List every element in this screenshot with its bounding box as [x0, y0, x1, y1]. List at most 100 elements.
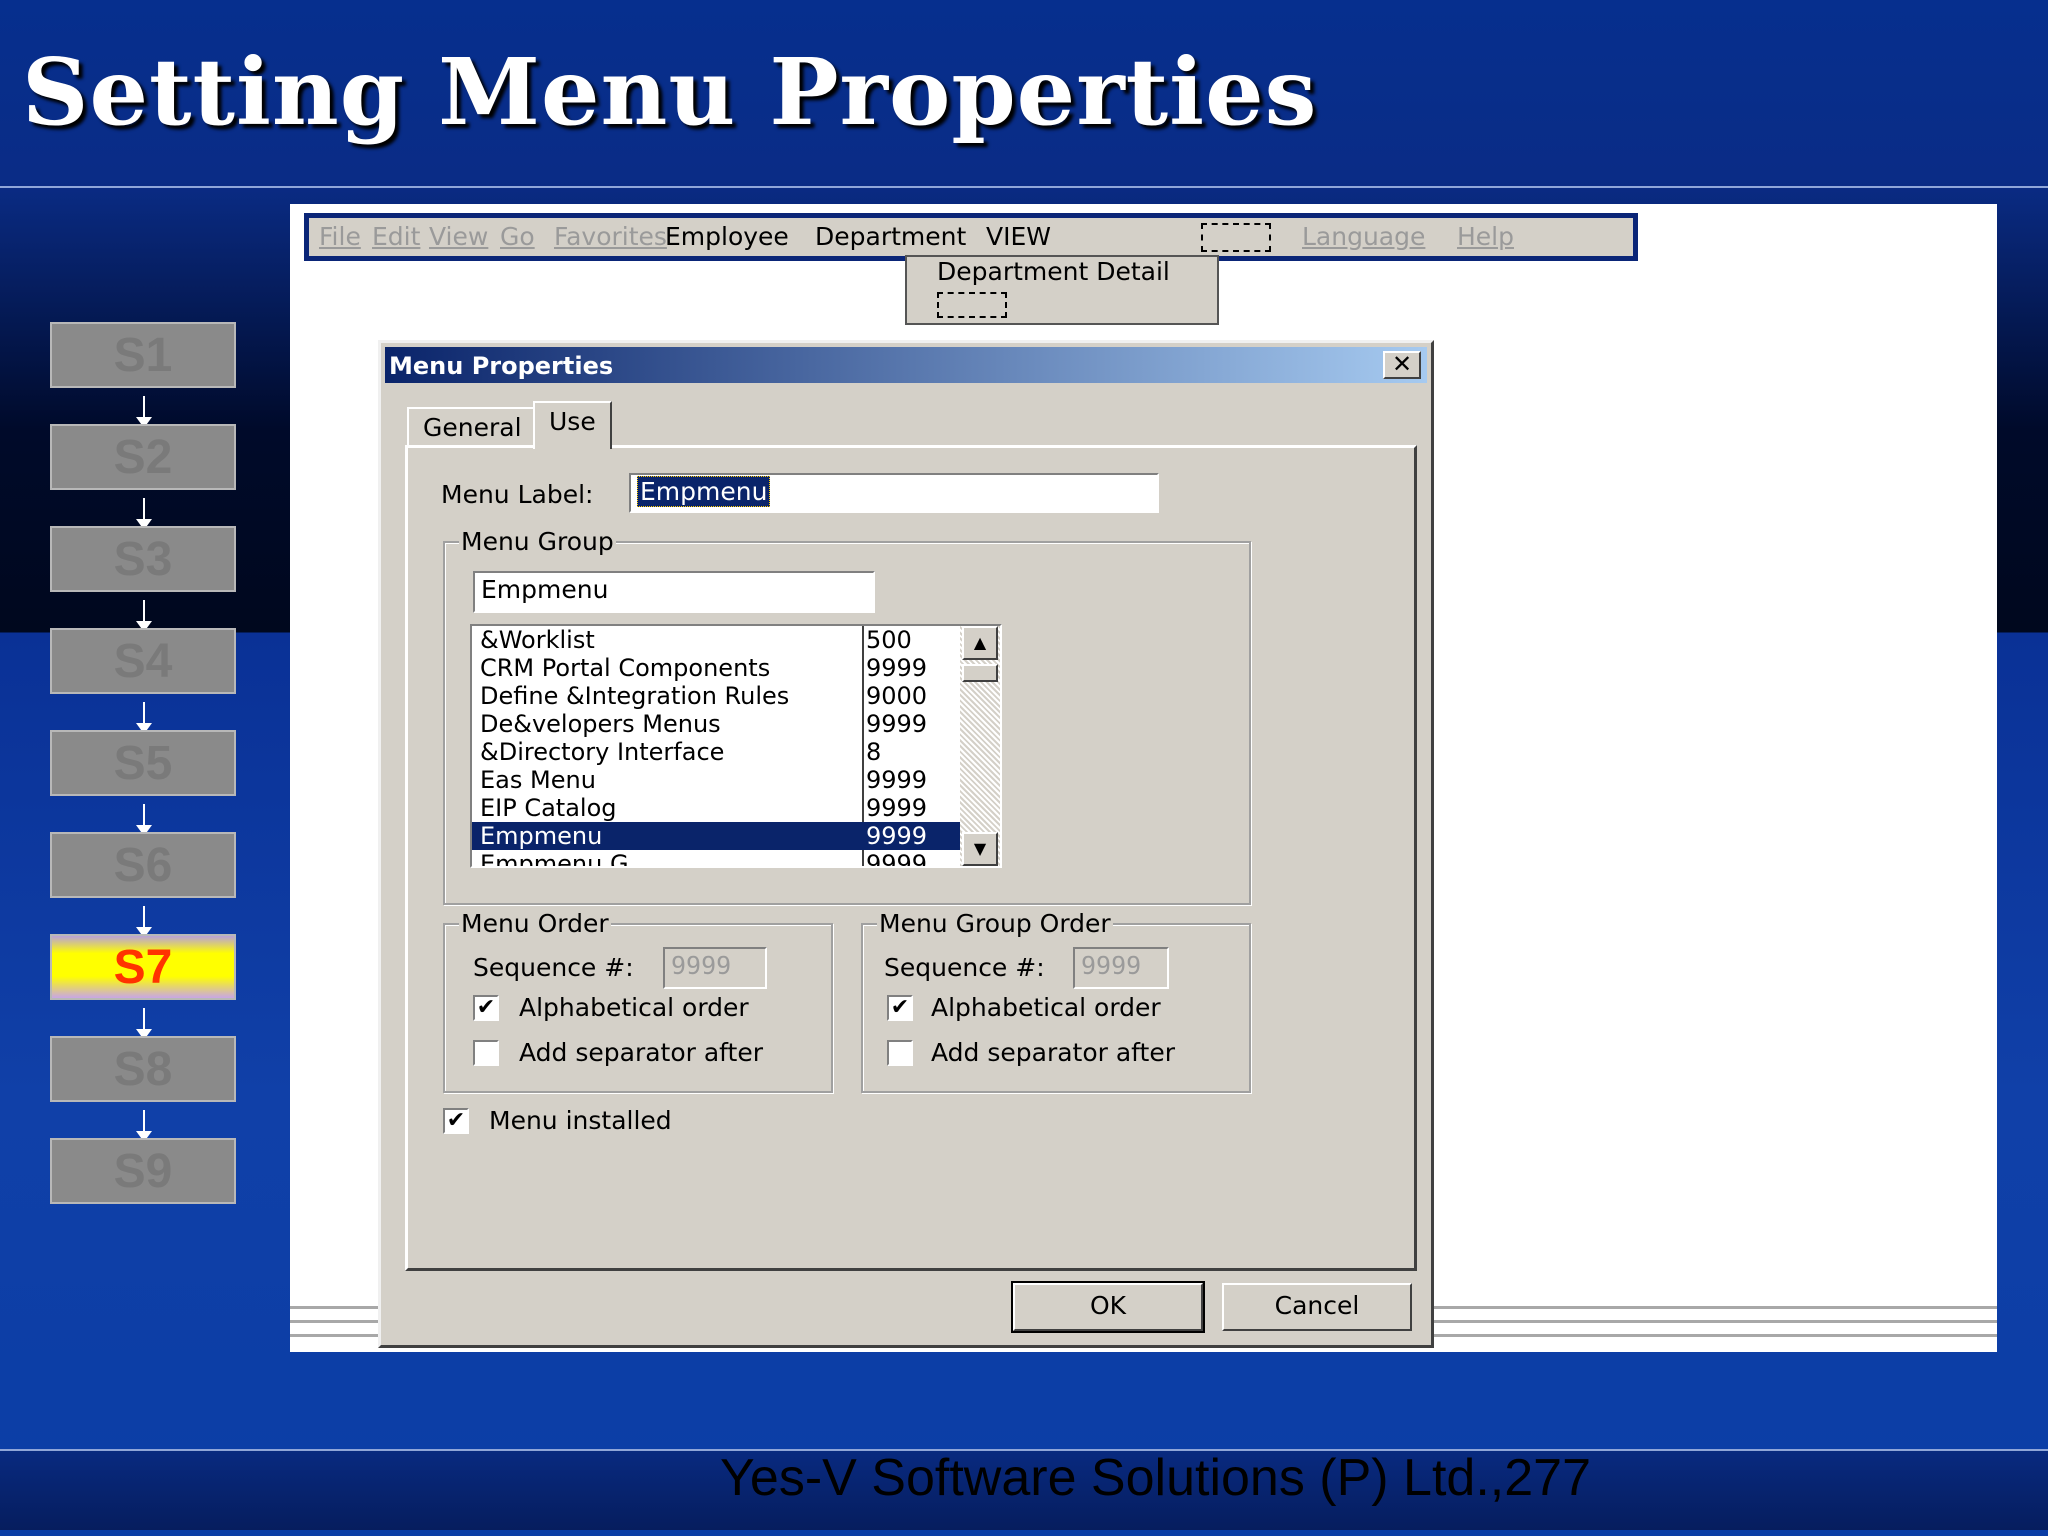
menu-group-order-separator-checkbox[interactable] — [887, 1040, 913, 1066]
dialog-titlebar: Menu Properties ✕ — [385, 347, 1427, 383]
menu-group-order-alphabetical-label: Alphabetical order — [931, 993, 1161, 1022]
list-item-name: De&velopers Menus — [480, 710, 721, 738]
list-item-name: Empmenu G — [480, 850, 629, 868]
menu-order-sequence-label: Sequence #: — [473, 953, 634, 982]
step-s2[interactable]: S2 — [50, 424, 236, 530]
submenu-item-department-detail[interactable]: Department Detail — [937, 257, 1170, 286]
menu-edit[interactable]: Edit — [372, 222, 420, 251]
slide-title: Setting Menu Properties — [22, 38, 1318, 146]
menu-file[interactable]: File — [319, 222, 361, 251]
list-item-seq: 500 — [866, 626, 912, 654]
arrow-down-icon — [136, 1110, 152, 1142]
submenu-placeholder[interactable] — [937, 292, 1007, 318]
menu-group-order-sequence-input: 9999 — [1073, 947, 1169, 989]
footer-text: Yes-V Software Solutions (P) Ltd.,277 — [720, 1449, 1591, 1507]
list-item-seq: 9999 — [866, 654, 928, 682]
arrow-down-icon — [136, 804, 152, 836]
menu-view[interactable]: View — [429, 222, 488, 251]
scroll-up-icon[interactable]: ▲ — [962, 626, 998, 660]
menu-group-title: Menu Group — [459, 527, 616, 556]
menu-label-caption: Menu Label: — [441, 480, 594, 509]
scroll-down-icon[interactable]: ▼ — [962, 832, 998, 866]
list-item-name: CRM Portal Components — [480, 654, 771, 682]
title-divider — [0, 186, 2048, 188]
menu-employee[interactable]: Employee — [665, 222, 789, 251]
menu-order-title: Menu Order — [459, 909, 611, 938]
menu-placeholder[interactable] — [1201, 223, 1271, 252]
step-label: S5 — [113, 736, 173, 790]
list-item-seq: 9999 — [866, 822, 928, 850]
step-s5[interactable]: S5 — [50, 730, 236, 836]
list-item[interactable]: CRM Portal Components 9999 — [472, 654, 1000, 682]
menu-view-custom[interactable]: VIEW — [986, 222, 1051, 251]
step-s8[interactable]: S8 — [50, 1036, 236, 1142]
list-item-name: EIP Catalog — [480, 794, 617, 822]
list-item[interactable]: Eas Menu 9999 — [472, 766, 1000, 794]
step-s7[interactable]: S7 — [50, 934, 236, 1040]
step-label: S9 — [113, 1144, 173, 1198]
arrow-down-icon — [136, 396, 152, 428]
step-s6[interactable]: S6 — [50, 832, 236, 938]
tab-use[interactable]: Use — [533, 401, 612, 449]
step-navigator: S1 S2 S3 S4 S5 S6 S7 S8 S9 — [50, 322, 240, 1240]
menu-favorites[interactable]: Favorites — [554, 222, 667, 251]
step-label: S7 — [113, 940, 173, 994]
tab-general[interactable]: General — [407, 407, 538, 447]
list-item[interactable]: EIP Catalog 9999 — [472, 794, 1000, 822]
arrow-down-icon — [136, 600, 152, 632]
scroll-thumb[interactable] — [962, 664, 998, 682]
menu-order-alphabetical-label: Alphabetical order — [519, 993, 749, 1022]
list-item-seq: 9999 — [866, 794, 928, 822]
menu-order-alphabetical-checkbox[interactable]: ✔ — [473, 995, 499, 1021]
step-label: S8 — [113, 1042, 173, 1096]
list-item[interactable]: Empmenu G 9999 — [472, 850, 1000, 868]
menu-group-input[interactable]: Empmenu — [473, 571, 875, 613]
cancel-button[interactable]: Cancel — [1222, 1283, 1412, 1331]
list-item-name: Define &Integration Rules — [480, 682, 790, 710]
menu-group-order-separator-label: Add separator after — [931, 1038, 1176, 1067]
list-item[interactable]: De&velopers Menus 9999 — [472, 710, 1000, 738]
menu-go[interactable]: Go — [500, 222, 535, 251]
menu-order-sequence-input: 9999 — [663, 947, 767, 989]
menu-group-order-title: Menu Group Order — [877, 909, 1113, 938]
menu-installed-checkbox[interactable]: ✔ — [443, 1108, 469, 1134]
step-label: S2 — [113, 430, 173, 484]
step-label: S1 — [113, 328, 173, 382]
menu-order-separator-checkbox[interactable] — [473, 1040, 499, 1066]
dialog-title: Menu Properties — [389, 352, 614, 380]
menu-group-order-alphabetical-checkbox[interactable]: ✔ — [887, 995, 913, 1021]
list-item-seq: 9999 — [866, 850, 928, 868]
list-item-seq: 9999 — [866, 710, 928, 738]
arrow-down-icon — [136, 498, 152, 530]
menu-help[interactable]: Help — [1457, 222, 1514, 251]
browser-menubar: File Edit View Go Favorites Employee Dep… — [304, 213, 1638, 261]
step-s3[interactable]: S3 — [50, 526, 236, 632]
step-s4[interactable]: S4 — [50, 628, 236, 734]
list-item[interactable]: &Worklist 500 — [472, 626, 1000, 654]
list-item-seq: 9000 — [866, 682, 928, 710]
list-item-name: Empmenu — [480, 822, 603, 850]
list-item-seq: 8 — [866, 738, 882, 766]
list-scrollbar[interactable]: ▲ ▼ — [960, 626, 1000, 866]
menu-language[interactable]: Language — [1302, 222, 1425, 251]
ok-button[interactable]: OK — [1011, 1281, 1205, 1333]
list-item-name: Eas Menu — [480, 766, 596, 794]
step-label: S4 — [113, 634, 173, 688]
step-label: S3 — [113, 532, 173, 586]
department-submenu: Department Detail — [905, 255, 1219, 325]
list-item[interactable]: &Directory Interface 8 — [472, 738, 1000, 766]
menu-installed-label: Menu installed — [489, 1106, 672, 1135]
menu-label-input[interactable]: Empmenu — [629, 473, 1159, 513]
menu-department[interactable]: Department — [815, 222, 966, 251]
step-s1[interactable]: S1 — [50, 322, 236, 428]
close-icon[interactable]: ✕ — [1383, 351, 1421, 379]
list-item[interactable]: Define &Integration Rules 9000 — [472, 682, 1000, 710]
list-item-selected[interactable]: Empmenu 9999 — [472, 822, 1000, 850]
menu-label-value: Empmenu — [637, 476, 771, 507]
menu-order-separator-label: Add separator after — [519, 1038, 764, 1067]
arrow-down-icon — [136, 906, 152, 938]
menu-group-list[interactable]: &Worklist 500 CRM Portal Components 9999 D… — [470, 624, 1002, 868]
step-s9[interactable]: S9 — [50, 1138, 236, 1204]
arrow-down-icon — [136, 1008, 152, 1040]
list-item-name: &Directory Interface — [480, 738, 725, 766]
